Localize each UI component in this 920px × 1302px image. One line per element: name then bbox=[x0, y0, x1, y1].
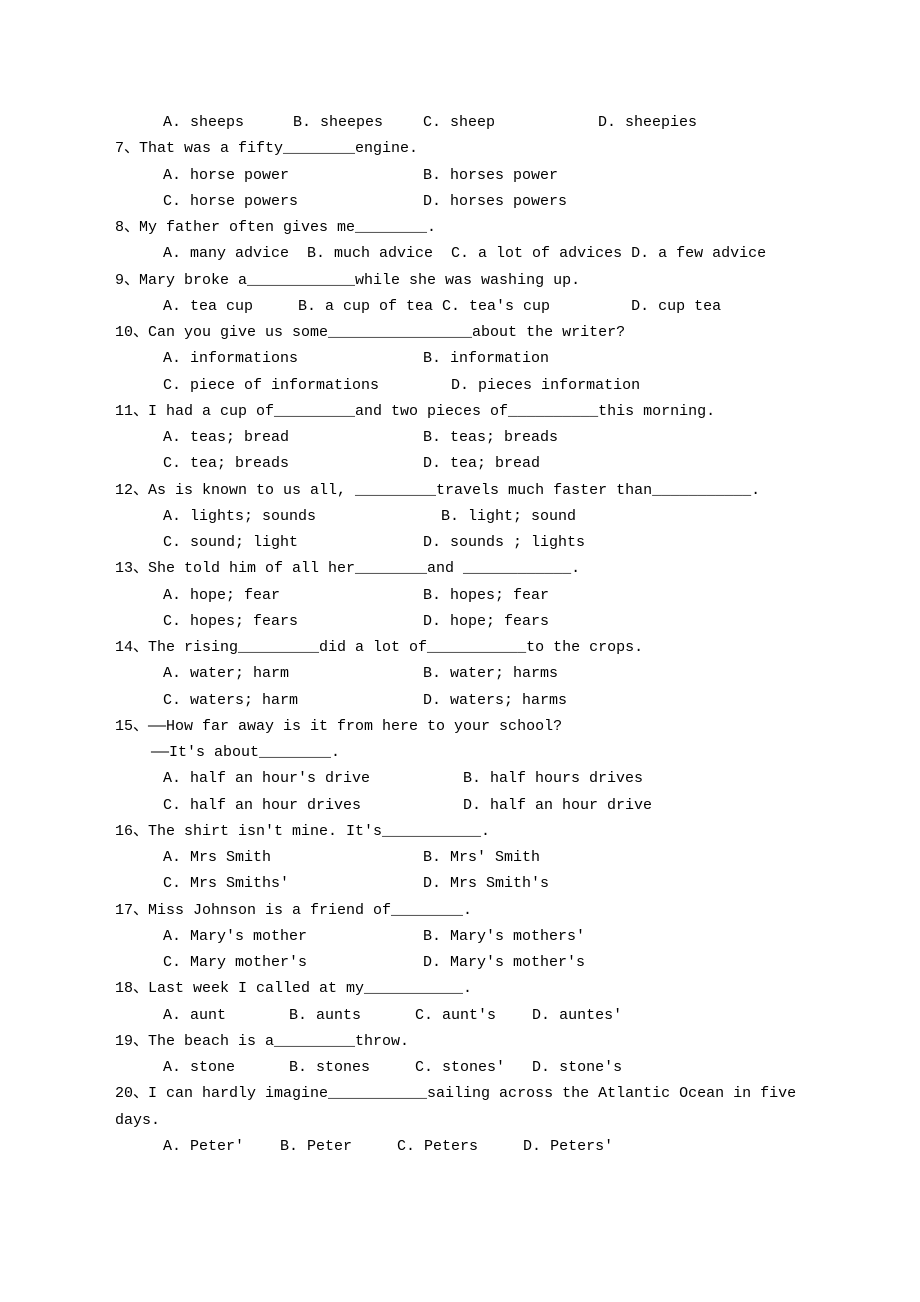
q8-text: 8、My father often gives me________. bbox=[115, 215, 830, 241]
q7-opts-row1: A. horse power B. horses power bbox=[115, 163, 830, 189]
q20-opts: A. Peter' B. Peter C. Peters D. Peters' bbox=[115, 1134, 830, 1160]
q13-text: 13、She told him of all her________and __… bbox=[115, 556, 830, 582]
q18-opts: A. aunt B. aunts C. aunt's D. auntes' bbox=[115, 1003, 830, 1029]
q15-text1: 15、——How far away is it from here to you… bbox=[115, 714, 830, 740]
q17-opts-row1: A. Mary's mother B. Mary's mothers' bbox=[115, 924, 830, 950]
q6-opt-c: C. sheep bbox=[423, 110, 598, 136]
q18-text: 18、Last week I called at my___________. bbox=[115, 976, 830, 1002]
q15-opt-d: D. half an hour drive bbox=[463, 793, 763, 819]
q15-text2: ——It's about________. bbox=[115, 740, 830, 766]
q16-opts-row2: C. Mrs Smiths' D. Mrs Smith's bbox=[115, 871, 830, 897]
q11-opt-a: A. teas; bread bbox=[163, 425, 423, 451]
q17-opt-c: C. Mary mother's bbox=[163, 950, 423, 976]
q12-opt-d: D. sounds ; lights bbox=[423, 530, 683, 556]
q16-opt-b: B. Mrs' Smith bbox=[423, 845, 683, 871]
q6-options: A. sheeps B. sheepes C. sheep D. sheepie… bbox=[115, 110, 830, 136]
q7-opt-b: B. horses power bbox=[423, 163, 683, 189]
q10-opt-a: A. informations bbox=[163, 346, 423, 372]
q11-text: 11、I had a cup of_________and two pieces… bbox=[115, 399, 830, 425]
q16-opt-c: C. Mrs Smiths' bbox=[163, 871, 423, 897]
q17-opts-row2: C. Mary mother's D. Mary's mother's bbox=[115, 950, 830, 976]
q13-opt-c: C. hopes; fears bbox=[163, 609, 423, 635]
q6-opt-d: D. sheepies bbox=[598, 110, 728, 136]
q15-opts-row1: A. half an hour's drive B. half hours dr… bbox=[115, 766, 830, 792]
q13-opt-d: D. hope; fears bbox=[423, 609, 683, 635]
q12-opt-c: C. sound; light bbox=[163, 530, 423, 556]
q16-opt-d: D. Mrs Smith's bbox=[423, 871, 683, 897]
q17-opt-d: D. Mary's mother's bbox=[423, 950, 683, 976]
q9-opts: A. tea cup B. a cup of tea C. tea's cup … bbox=[115, 294, 830, 320]
q14-opt-a: A. water; harm bbox=[163, 661, 423, 687]
q7-opts-row2: C. horse powers D. horses powers bbox=[115, 189, 830, 215]
q13-opt-b: B. hopes; fear bbox=[423, 583, 683, 609]
q7-text: 7、That was a fifty________engine. bbox=[115, 136, 830, 162]
q17-opt-b: B. Mary's mothers' bbox=[423, 924, 683, 950]
q20-text1: 20、I can hardly imagine___________sailin… bbox=[115, 1081, 830, 1107]
q11-opt-d: D. tea; bread bbox=[423, 451, 683, 477]
q11-opts-row2: C. tea; breads D. tea; bread bbox=[115, 451, 830, 477]
q15-opts-row2: C. half an hour drives D. half an hour d… bbox=[115, 793, 830, 819]
q16-opts-row1: A. Mrs Smith B. Mrs' Smith bbox=[115, 845, 830, 871]
q12-text: 12、As is known to us all, _________trave… bbox=[115, 478, 830, 504]
q11-opts-row1: A. teas; bread B. teas; breads bbox=[115, 425, 830, 451]
q12-opts-row2: C. sound; light D. sounds ; lights bbox=[115, 530, 830, 556]
q7-opt-d: D. horses powers bbox=[423, 189, 683, 215]
q14-opt-d: D. waters; harms bbox=[423, 688, 683, 714]
q11-opt-c: C. tea; breads bbox=[163, 451, 423, 477]
q20-text2: days. bbox=[115, 1108, 830, 1134]
q7-opt-c: C. horse powers bbox=[163, 189, 423, 215]
q17-text: 17、Miss Johnson is a friend of________. bbox=[115, 898, 830, 924]
q19-text: 19、The beach is a_________throw. bbox=[115, 1029, 830, 1055]
q13-opts-row2: C. hopes; fears D. hope; fears bbox=[115, 609, 830, 635]
q14-opts-row2: C. waters; harm D. waters; harms bbox=[115, 688, 830, 714]
q14-text: 14、The rising_________did a lot of______… bbox=[115, 635, 830, 661]
q12-opts-row1: A. lights; sounds B. light; sound bbox=[115, 504, 830, 530]
q8-opts: A. many advice B. much advice C. a lot o… bbox=[115, 241, 830, 267]
q14-opts-row1: A. water; harm B. water; harms bbox=[115, 661, 830, 687]
q14-opt-b: B. water; harms bbox=[423, 661, 683, 687]
q9-text: 9、Mary broke a____________while she was … bbox=[115, 268, 830, 294]
q16-text: 16、The shirt isn't mine. It's___________… bbox=[115, 819, 830, 845]
q12-opt-b: B. light; sound bbox=[423, 504, 683, 530]
q15-opt-a: A. half an hour's drive bbox=[163, 766, 463, 792]
q7-opt-a: A. horse power bbox=[163, 163, 423, 189]
q10-opt-b: B. information bbox=[423, 346, 683, 372]
q11-opt-b: B. teas; breads bbox=[423, 425, 683, 451]
q17-opt-a: A. Mary's mother bbox=[163, 924, 423, 950]
q19-opts: A. stone B. stones C. stones' D. stone's bbox=[115, 1055, 830, 1081]
q13-opts-row1: A. hope; fear B. hopes; fear bbox=[115, 583, 830, 609]
q13-opt-a: A. hope; fear bbox=[163, 583, 423, 609]
q10-opts-row2: C. piece of informations D. pieces infor… bbox=[115, 373, 830, 399]
q14-opt-c: C. waters; harm bbox=[163, 688, 423, 714]
q6-opt-a: A. sheeps bbox=[163, 110, 293, 136]
q6-opt-b: B. sheepes bbox=[293, 110, 423, 136]
q15-opt-c: C. half an hour drives bbox=[163, 793, 463, 819]
q15-opt-b: B. half hours drives bbox=[463, 766, 763, 792]
q12-opt-a: A. lights; sounds bbox=[163, 504, 423, 530]
q10-text: 10、Can you give us some________________a… bbox=[115, 320, 830, 346]
q16-opt-a: A. Mrs Smith bbox=[163, 845, 423, 871]
q10-opts-row1: A. informations B. information bbox=[115, 346, 830, 372]
